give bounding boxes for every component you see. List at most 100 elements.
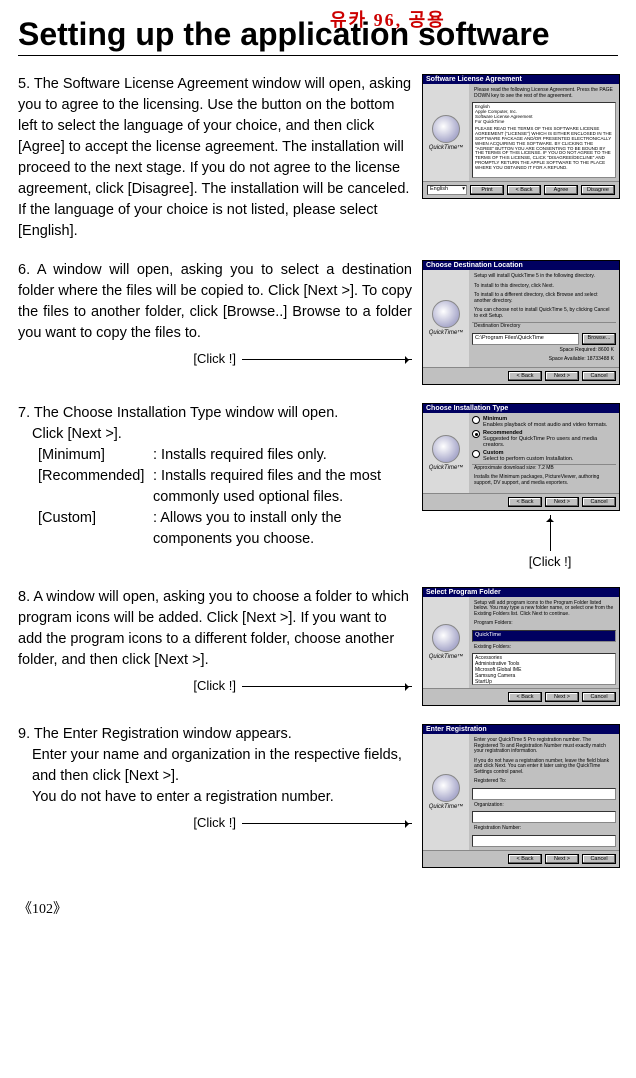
step-7-line1: The Choose Installation Type window will… [34, 405, 338, 421]
opt-minimum-label: [Minimum] [38, 445, 153, 466]
organization-label: Organization: [472, 802, 616, 810]
quicktime-logo-icon [432, 624, 460, 652]
back-button[interactable]: < Back [508, 497, 542, 507]
radio-recommended[interactable]: RecommendedSuggested for QuickTime Pro u… [472, 430, 616, 448]
quicktime-logo-icon [432, 115, 460, 143]
installs-desc: Installs the Minimum packages, PictureVi… [472, 474, 616, 487]
disagree-button[interactable]: Disagree [581, 185, 615, 195]
radio-minimum[interactable]: MinimumEnables playback of most audio an… [472, 416, 616, 428]
quicktime-logo-icon [432, 300, 460, 328]
reg-note-1: Enter your QuickTime 5 Pro registration … [472, 737, 616, 756]
license-note: Please read the following License Agreem… [472, 87, 616, 100]
step-5: 5. The Software License Agreement window… [18, 74, 618, 242]
step-7: 7. The Choose Installation Type window w… [18, 403, 618, 569]
opt-custom-desc: : Allows you to install only the compone… [153, 508, 412, 550]
quicktime-logo-icon [432, 435, 460, 463]
click-label: [Click !] [193, 814, 236, 833]
quicktime-label: QuickTime™ [429, 654, 464, 660]
step-6-text: A window will open, asking you to select… [18, 262, 412, 341]
arrow-right-icon [242, 359, 412, 360]
language-select[interactable]: English [427, 185, 467, 195]
dest-path-field[interactable]: C:\Program Files\QuickTime [472, 333, 579, 345]
dialog-registration: Enter Registration QuickTime™ Enter your… [422, 724, 620, 868]
approx-size: Approximate download size: 7.2 MB [472, 464, 616, 473]
quicktime-label: QuickTime™ [429, 145, 464, 151]
next-button[interactable]: Next > [545, 497, 579, 507]
dialog-title: Select Program Folder [423, 588, 619, 597]
step-7-click-indicator: [Click !] [422, 515, 618, 569]
folder-note: Setup will add program icons to the Prog… [472, 600, 616, 619]
cancel-button[interactable]: Cancel [582, 692, 616, 702]
step-8-number: 8. [18, 589, 30, 605]
step-9-click-indicator: [Click !] [18, 814, 412, 833]
license-textbox: English Apple Computer, Inc. Software Li… [472, 102, 616, 178]
step-5-text: The Software License Agreement window wi… [18, 76, 411, 239]
registered-to-label: Registered To: [472, 778, 616, 786]
step-8: 8. A window will open, asking you to cho… [18, 587, 618, 707]
opt-recommended-desc: : Installs required files and the most c… [153, 466, 412, 508]
dialog-title: Choose Destination Location [423, 261, 619, 270]
existing-folders-label: Existing Folders: [472, 644, 616, 652]
arrow-up-icon [550, 515, 551, 551]
registration-number-label: Registration Number: [472, 825, 616, 833]
quicktime-label: QuickTime™ [429, 330, 464, 336]
step-9: 9. The Enter Registration window appears… [18, 724, 618, 868]
registration-number-field[interactable] [472, 835, 616, 847]
agree-button[interactable]: Agree [544, 185, 578, 195]
watermark: 유카 96, 공용 [330, 6, 446, 32]
step-9-line3: You do not have to enter a registration … [18, 787, 412, 808]
step-8-click-indicator: [Click !] [18, 677, 412, 696]
print-button[interactable]: Print [470, 185, 504, 195]
step-9-number: 9. [18, 726, 30, 742]
back-button[interactable]: < Back [508, 692, 542, 702]
opt-recommended-label: [Recommended] [38, 466, 153, 508]
radio-custom[interactable]: CustomSelect to perform custom Installat… [472, 450, 616, 462]
cancel-button[interactable]: Cancel [582, 854, 616, 864]
arrow-right-icon [242, 686, 412, 687]
page-number: 102 [18, 898, 618, 918]
step-6-number: 6. [18, 262, 30, 278]
next-button[interactable]: Next > [545, 692, 579, 702]
step-5-number: 5. [18, 76, 30, 92]
dialog-program-folder: Select Program Folder QuickTime™ Setup w… [422, 587, 620, 707]
dialog-destination: Choose Destination Location QuickTime™ S… [422, 260, 620, 385]
space-required: Space Required: 8600 K [472, 347, 616, 355]
existing-folders-list[interactable]: Accessories Administrative Tools Microso… [472, 653, 616, 685]
step-6: 6. A window will open, asking you to sel… [18, 260, 618, 385]
next-button[interactable]: Next > [545, 854, 579, 864]
click-label: [Click !] [193, 350, 236, 369]
click-label: [Click !] [529, 554, 572, 569]
program-folder-field[interactable]: QuickTime [472, 630, 616, 642]
step-9-line1: The Enter Registration window appears. [34, 726, 292, 742]
cancel-button[interactable]: Cancel [582, 371, 616, 381]
step-7-line2: Click [Next >]. [18, 424, 412, 445]
space-available: Space Available: 18733488 K [472, 356, 616, 364]
back-button[interactable]: < Back [508, 371, 542, 381]
back-button[interactable]: < Back [507, 185, 541, 195]
dest-note-4: You can choose not to install QuickTime … [472, 307, 616, 320]
click-label: [Click !] [193, 677, 236, 696]
arrow-right-icon [242, 823, 412, 824]
registered-to-field[interactable] [472, 788, 616, 800]
page-title: Setting up the application software [18, 16, 618, 56]
dialog-title: Software License Agreement [423, 75, 619, 84]
quicktime-label: QuickTime™ [429, 804, 464, 810]
organization-field[interactable] [472, 811, 616, 823]
dest-note-3: To install to a different directory, cli… [472, 292, 616, 305]
opt-minimum-desc: : Installs required files only. [153, 445, 412, 466]
browse-button[interactable]: Browse... [582, 333, 616, 345]
dialog-title: Enter Registration [423, 725, 619, 734]
step-9-line2: Enter your name and organization in the … [18, 745, 412, 787]
cancel-button[interactable]: Cancel [582, 497, 616, 507]
reg-note-2: If you do not have a registration number… [472, 758, 616, 777]
step-7-number: 7. [18, 405, 30, 421]
step-6-click-indicator: [Click !] [18, 350, 412, 369]
next-button[interactable]: Next > [545, 371, 579, 381]
dialog-install-type: Choose Installation Type QuickTime™ Mini… [422, 403, 620, 511]
dest-note-2: To install to this directory, click Next… [472, 283, 616, 291]
dest-dir-label: Destination Directory [472, 322, 616, 331]
quicktime-logo-icon [432, 774, 460, 802]
back-button[interactable]: < Back [508, 854, 542, 864]
step-8-text: A window will open, asking you to choose… [18, 589, 409, 668]
dialog-license-agreement: Software License Agreement QuickTime™ Pl… [422, 74, 620, 199]
